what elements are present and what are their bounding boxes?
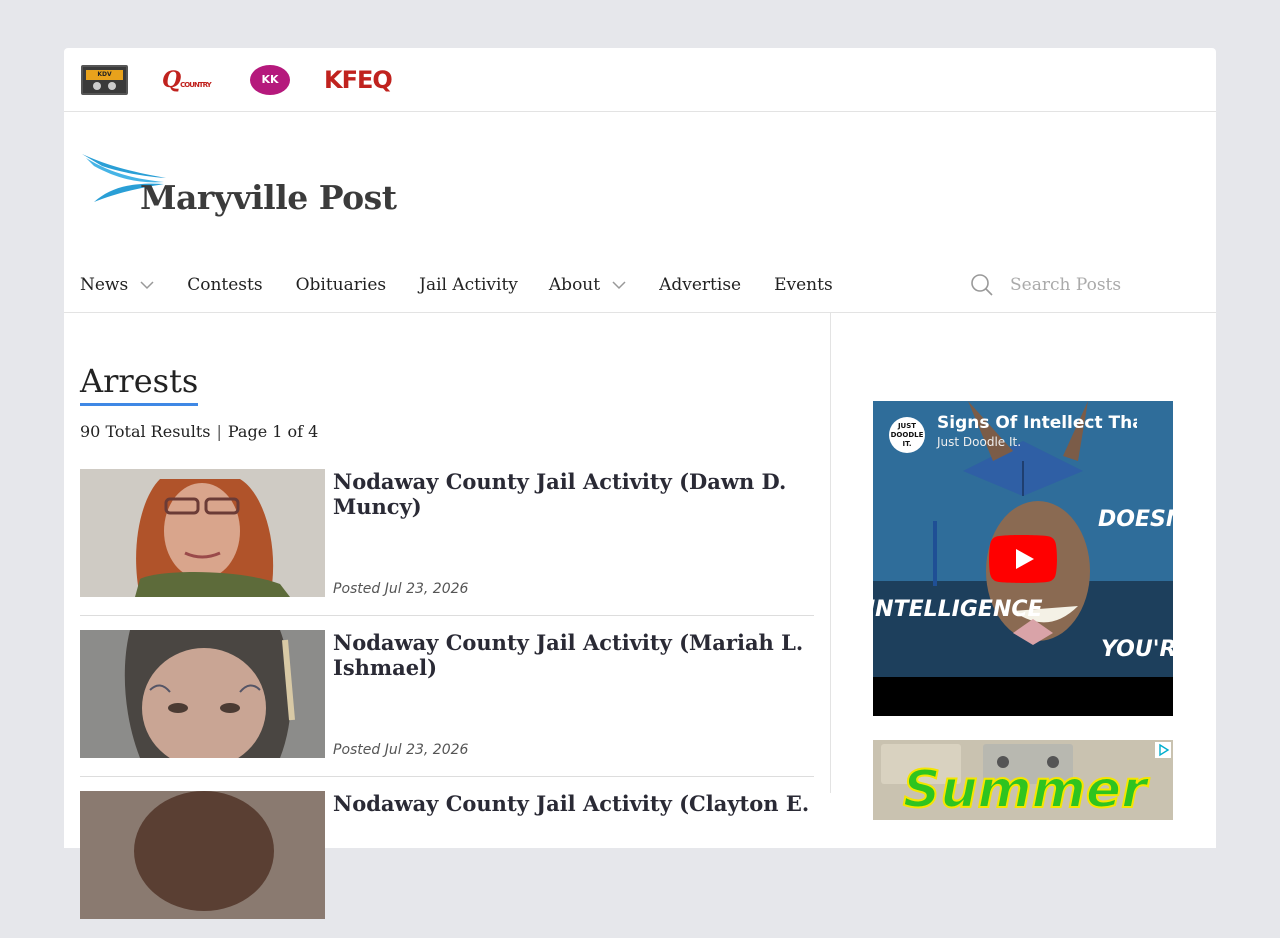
site-logo[interactable]: Maryville Post (80, 148, 397, 220)
svg-text:YOU'RE SM: YOU'RE SM (1101, 637, 1173, 662)
svg-text:DOESN'T M: DOESN'T M (1098, 507, 1173, 532)
q-country-letter: Q (162, 66, 181, 93)
station-logo-kk[interactable]: KK (250, 64, 290, 96)
q-country-sub: COUNTRY (180, 80, 212, 89)
chevron-down-icon (140, 280, 154, 289)
nav-item-advertise[interactable]: Advertise (659, 275, 741, 295)
post-item: Nodaway County Jail Activity (Mariah L. … (80, 616, 814, 777)
video-title[interactable]: Signs Of Intellect That Do (937, 413, 1137, 433)
archive-content: Arrests 90 Total Results | Page 1 of 4 N… (64, 313, 831, 919)
page-container: KDV QCOUNTRY KK KFEQ Maryville Post News… (64, 48, 1216, 919)
post-title-link[interactable]: Nodaway County Jail Activity (Clayton E. (333, 791, 814, 816)
station-logo-q-country[interactable]: QCOUNTRY (162, 64, 216, 96)
mugshot-image (80, 791, 325, 919)
masthead: Maryville Post (64, 112, 1216, 257)
mugshot-image (80, 469, 325, 597)
ad-headline: Summer (902, 759, 1148, 820)
video-channel[interactable]: Just Doodle It. (937, 435, 1021, 449)
post-body: Nodaway County Jail Activity (Dawn D. Mu… (325, 469, 814, 599)
kk-logo: KK (250, 64, 290, 95)
nav-item-label: Events (774, 274, 833, 295)
nav-item-events[interactable]: Events (774, 275, 833, 295)
nav-item-contests[interactable]: Contests (187, 275, 262, 295)
search-input[interactable] (1010, 275, 1180, 295)
post-thumbnail[interactable] (80, 630, 325, 758)
nav-item-label: News (80, 274, 129, 295)
results-summary: 90 Total Results | Page 1 of 4 (80, 422, 814, 441)
station-logo-kfeq[interactable]: KFEQ (324, 64, 393, 96)
post-date: Posted Jul 23, 2026 (333, 581, 469, 597)
cassette-logo-label: KDV (86, 69, 123, 80)
nav-item-label: Jail Activity (419, 274, 518, 295)
cassette-reel-right (108, 81, 116, 90)
nav-item-label: Advertise (659, 274, 742, 295)
post-list: Nodaway County Jail Activity (Dawn D. Mu… (80, 455, 814, 938)
page-indicator: Page 1 of 4 (227, 422, 319, 441)
nav-item-jail-activity[interactable]: Jail Activity (419, 275, 518, 295)
results-separator: | (216, 422, 222, 441)
nav-item-label: Contests (187, 274, 263, 295)
sidebar: DOESN'T M INTELLIGENCE YOU'RE SM JUST DO… (831, 313, 1216, 820)
cassette-reel-left (93, 81, 101, 90)
sidebar-ad[interactable]: Summer (873, 740, 1173, 820)
search-box (970, 257, 1180, 313)
search-icon[interactable] (970, 273, 994, 297)
main-nav: News Contests Obituaries Jail Activity A… (64, 257, 1216, 313)
page-title: Arrests (80, 361, 199, 406)
site-name: Maryville Post (140, 178, 397, 217)
post-body: Nodaway County Jail Activity (Clayton E. (325, 791, 814, 922)
post-item: Nodaway County Jail Activity (Clayton E. (80, 777, 814, 938)
post-item: Nodaway County Jail Activity (Dawn D. Mu… (80, 455, 814, 616)
nav-item-label: Obituaries (295, 274, 387, 295)
station-logos-bar: KDV QCOUNTRY KK KFEQ (64, 48, 1216, 112)
post-thumbnail[interactable] (80, 791, 325, 919)
main-area: Arrests 90 Total Results | Page 1 of 4 N… (64, 313, 1216, 919)
q-country-logo: QCOUNTRY (162, 67, 216, 93)
post-date: Posted Jul 23, 2026 (333, 742, 469, 758)
mugshot-image (80, 630, 325, 758)
kfeq-logo: KFEQ (324, 65, 393, 94)
nav-item-about[interactable]: About (549, 275, 626, 295)
nav-item-label: About (548, 274, 601, 295)
play-icon[interactable] (989, 535, 1057, 583)
post-thumbnail[interactable] (80, 469, 325, 597)
post-title-link[interactable]: Nodaway County Jail Activity (Dawn D. Mu… (333, 469, 814, 519)
post-body: Nodaway County Jail Activity (Mariah L. … (325, 630, 814, 760)
ad-info-icon[interactable] (1155, 742, 1171, 758)
cassette-logo: KDV (81, 64, 128, 95)
total-results: 90 Total Results (80, 422, 211, 441)
channel-avatar[interactable]: JUST DOODLE IT. (889, 417, 925, 453)
chevron-down-icon (612, 280, 626, 289)
nav-item-news[interactable]: News (80, 275, 154, 295)
post-title-link[interactable]: Nodaway County Jail Activity (Mariah L. … (333, 630, 814, 680)
station-logo-cassette[interactable]: KDV (81, 64, 128, 96)
svg-text:INTELLIGENCE: INTELLIGENCE (873, 597, 1043, 622)
video-embed[interactable]: DOESN'T M INTELLIGENCE YOU'RE SM JUST DO… (873, 401, 1173, 716)
nav-item-obituaries[interactable]: Obituaries (296, 275, 387, 295)
